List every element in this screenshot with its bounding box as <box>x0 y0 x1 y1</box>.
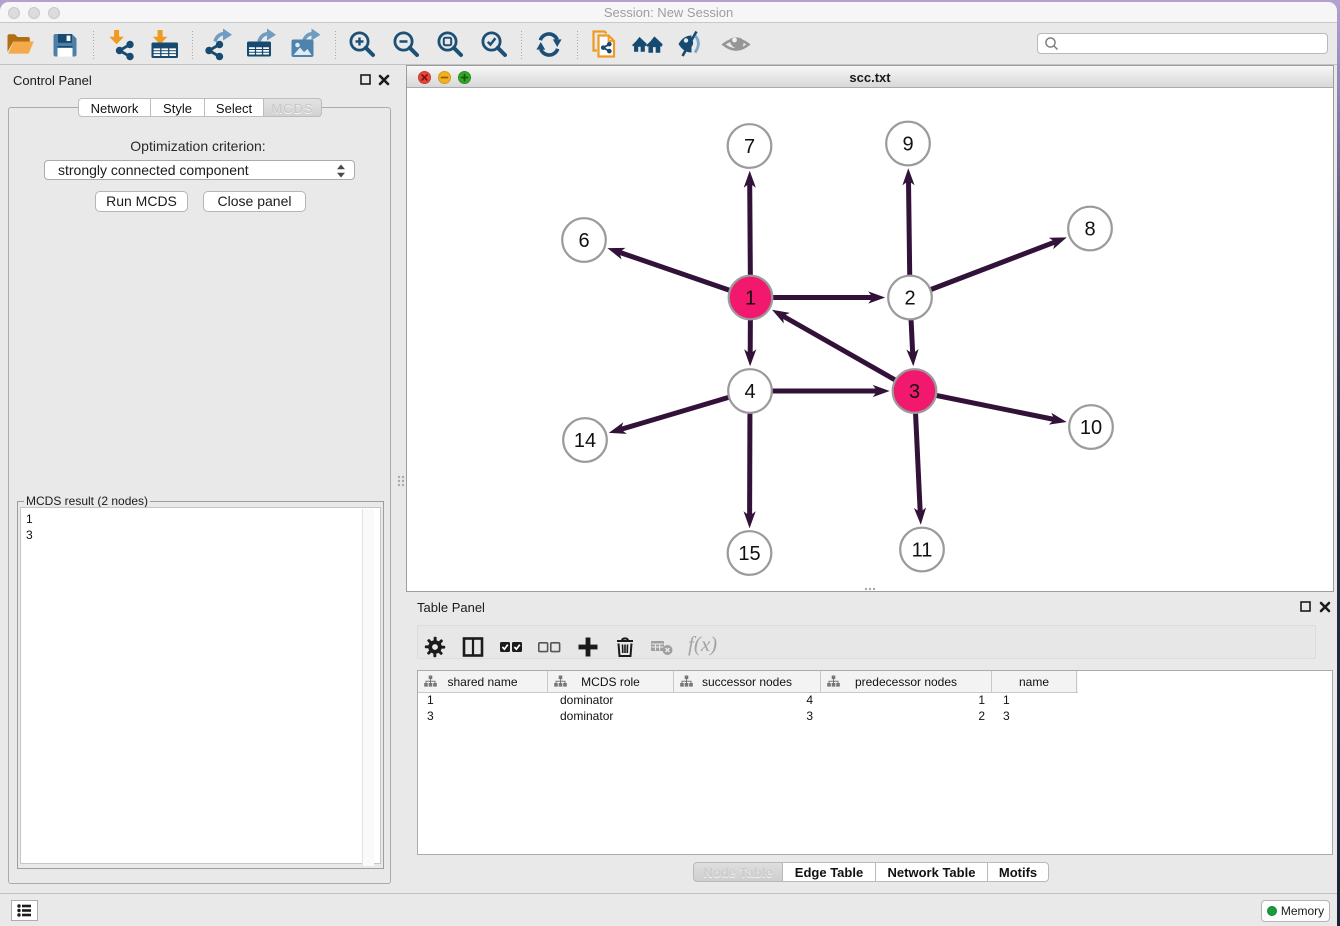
svg-text:1: 1 <box>745 288 756 310</box>
svg-text:10: 10 <box>1080 417 1102 439</box>
svg-text:9: 9 <box>902 134 913 156</box>
svg-text:7: 7 <box>744 136 755 158</box>
svg-text:11: 11 <box>912 540 933 562</box>
svg-text:8: 8 <box>1084 219 1095 241</box>
svg-text:14: 14 <box>574 430 596 452</box>
svg-text:6: 6 <box>578 230 589 252</box>
svg-text:3: 3 <box>909 381 920 403</box>
svg-text:15: 15 <box>738 543 760 565</box>
svg-text:4: 4 <box>744 381 755 403</box>
svg-text:2: 2 <box>904 288 915 310</box>
